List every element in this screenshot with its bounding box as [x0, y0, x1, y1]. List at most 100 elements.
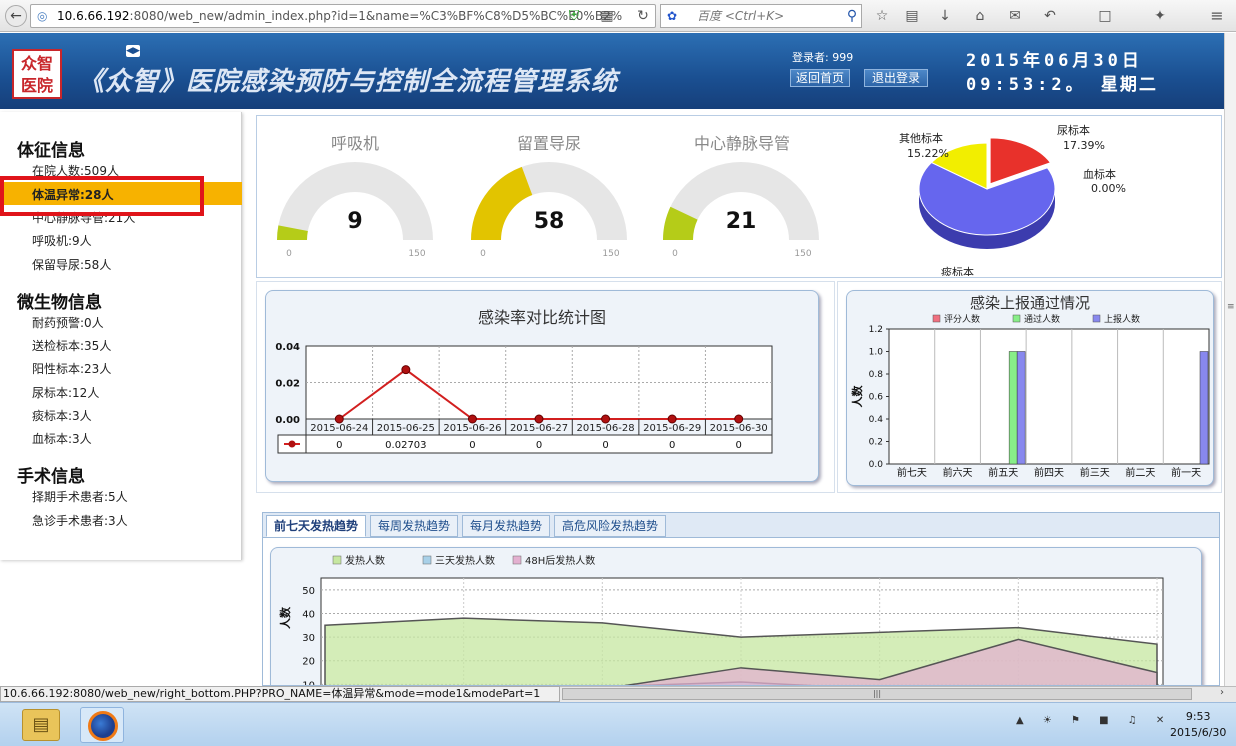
legend-swatch — [1012, 314, 1021, 323]
legend-swatch — [422, 555, 432, 565]
x-tick-label: 2015-06-24 — [310, 423, 368, 434]
data-value-label: 0 — [669, 440, 675, 451]
annotation-box — [0, 176, 204, 216]
line-point — [401, 365, 411, 375]
sidebar: 体征信息 在院人数:509人 体温异常:28人 中心静脉导管:21人 呼吸机:9… — [0, 112, 242, 560]
trend-wrapper: 发热人数三天发热人数48H后发热人数5040302010人数 — [262, 538, 1220, 686]
bar-chart-title: 感染上报通过情况 — [969, 294, 1090, 312]
tab-high-risk-trend[interactable]: 高危风险发热趋势 — [554, 515, 666, 537]
bookmark-icon[interactable]: ▤ — [903, 7, 921, 25]
legend-label: 评分人数 — [944, 313, 980, 325]
sidebar-item-emergency-surgery[interactable]: 急诊手术患者:3人 — [32, 512, 128, 529]
y-tick-label: 0.00 — [275, 415, 300, 426]
vital-section-title: 体征信息 — [17, 141, 85, 161]
home-icon[interactable]: ⌂ — [971, 7, 989, 25]
scroll-right-icon[interactable]: › — [1220, 687, 1224, 698]
scroll-thumb[interactable]: ||| — [562, 688, 1192, 700]
gauge-min-label: 0 — [672, 249, 678, 259]
data-value-label: 0 — [336, 440, 342, 451]
firefox-taskbar-button[interactable] — [80, 707, 124, 743]
y-tick-label: 1.2 — [869, 325, 883, 335]
download-icon[interactable]: ↓ — [936, 7, 954, 25]
scroll-grip-icon: ≡ — [1227, 302, 1235, 312]
pie-pct-other: 15.22% — [907, 147, 949, 160]
legend-label: 48H后发热人数 — [525, 554, 595, 567]
tab-monthly-trend[interactable]: 每月发热趋势 — [462, 515, 550, 537]
data-value-label: 0 — [736, 440, 742, 451]
search-icon[interactable]: ⚲ — [843, 7, 861, 25]
tab-weekly-trend[interactable]: 每周发热趋势 — [370, 515, 458, 537]
y-tick-label: 20 — [302, 657, 315, 668]
y-tick-label: 0.2 — [869, 438, 883, 448]
current-date: 2015年06月30日 — [966, 51, 1143, 71]
legend-label: 上报人数 — [1104, 313, 1140, 325]
sidebar-item-urine[interactable]: 尿标本:12人 — [32, 384, 99, 401]
sidebar-item-submitted[interactable]: 送检标本:35人 — [32, 337, 111, 354]
crop-icon[interactable]: □ — [1096, 7, 1114, 25]
legend-label: 发热人数 — [345, 554, 385, 567]
sidebar-toggle-icon[interactable]: ◀▶ — [126, 45, 140, 57]
weekday: 星期二 — [1100, 75, 1158, 95]
qr-icon[interactable]: ▦ — [598, 7, 616, 25]
pie-pct-blood: 0.00% — [1091, 182, 1126, 195]
micro-section-title: 微生物信息 — [17, 293, 102, 313]
pie-label-urine: 尿标本 — [1057, 123, 1090, 137]
gauge-fill — [471, 166, 533, 240]
gauge-value: 9 — [347, 209, 362, 234]
search-input[interactable]: ✿ 百度 <Ctrl+K> — [660, 4, 862, 28]
legend-label: 通过人数 — [1024, 313, 1060, 325]
url-path: :8080/web_new/admin_index.php?id=1&name=… — [129, 9, 623, 23]
folder-icon[interactable]: ▤ — [22, 709, 60, 741]
url-bar[interactable]: ◎ 10.6.66.192:8080/web_new/admin_index.p… — [30, 4, 656, 28]
app-header: 众智 医院 ◀▶ 《众智》医院感染预防与控制全流程管理系统 登录者: 999 返… — [0, 33, 1236, 109]
logout-button[interactable]: 退出登录 — [864, 69, 928, 87]
pie-label-other: 其他标本 — [899, 131, 943, 145]
bar-上报人数 — [1199, 351, 1209, 465]
back-icon[interactable]: ← — [5, 5, 27, 27]
line-point — [667, 414, 677, 424]
data-table-row — [277, 434, 773, 454]
sidebar-item-ventilator[interactable]: 呼吸机:9人 — [32, 232, 92, 249]
tab-seven-day-trend[interactable]: 前七天发热趋势 — [266, 515, 366, 537]
gauge-max-label: 150 — [602, 249, 619, 259]
gauges-chart: 9 0 150 58 0 150 21 0 150 — [277, 162, 819, 259]
undo-icon[interactable]: ↶ — [1041, 7, 1059, 25]
tray-icons[interactable]: ▲ ☀ ⚑ ■ ♫ ✕ — [1016, 715, 1172, 726]
legend-swatch — [512, 555, 522, 565]
gauge-min-label: 0 — [286, 249, 292, 259]
sidebar-item-positive[interactable]: 阳性标本:23人 — [32, 360, 111, 377]
line-point — [334, 414, 344, 424]
y-tick-label: 0.02 — [275, 379, 300, 390]
menu-icon[interactable]: ≡ — [1208, 7, 1226, 25]
addon-icon[interactable]: ✦ — [1151, 7, 1169, 25]
pie-label-blood: 血标本 — [1083, 167, 1116, 181]
refresh-icon[interactable]: ↻ — [634, 7, 652, 25]
x-tick-label: 前七天 — [897, 466, 927, 479]
vertical-scrollbar[interactable]: ≡ — [1224, 33, 1236, 686]
shield-icon[interactable]: ⛨ — [565, 7, 583, 25]
infection-rate-wrapper: 感染率对比统计图 0.04 0.02 0.00 2015-06-24 2015-06-2… — [256, 281, 835, 493]
pie-pct-urine: 17.39% — [1063, 139, 1105, 152]
bar-上报人数 — [1016, 351, 1026, 465]
taskbar-clock[interactable]: 9:53 2015/6/30 — [1170, 709, 1226, 741]
y-tick-label: 0.8 — [869, 370, 884, 380]
home-button[interactable]: 返回首页 — [790, 69, 850, 87]
sidebar-item-blood[interactable]: 血标本:3人 — [32, 430, 92, 447]
x-tick-label: 2015-06-27 — [510, 423, 568, 434]
sidebar-item-sputum[interactable]: 痰标本:3人 — [32, 407, 92, 424]
sidebar-item-urinary-catheter[interactable]: 保留导尿:58人 — [32, 256, 111, 273]
globe-icon: ◎ — [37, 9, 48, 23]
gauge-max-label: 150 — [794, 249, 811, 259]
logo-text: 众智 医院 — [20, 54, 53, 95]
sidebar-item-resistance[interactable]: 耐药预警:0人 — [32, 314, 104, 331]
infection-rate-panel: 感染率对比统计图 0.04 0.02 0.00 2015-06-24 2015-06-2… — [265, 290, 819, 482]
line-point — [467, 414, 477, 424]
star-icon[interactable]: ☆ — [873, 7, 891, 25]
paw-icon: ✿ — [667, 9, 678, 23]
chat-icon[interactable]: ✉ — [1006, 7, 1024, 25]
sidebar-item-elective-surgery[interactable]: 择期手术患者:5人 — [32, 488, 128, 505]
plot-area — [888, 328, 1210, 465]
y-axis-label: 人数 — [278, 606, 292, 629]
horizontal-scrollbar[interactable]: ||| › — [560, 686, 1236, 702]
taskbar: ▤ ▲ ☀ ⚑ ■ ♫ ✕ 9:53 2015/6/30 — [0, 702, 1236, 746]
